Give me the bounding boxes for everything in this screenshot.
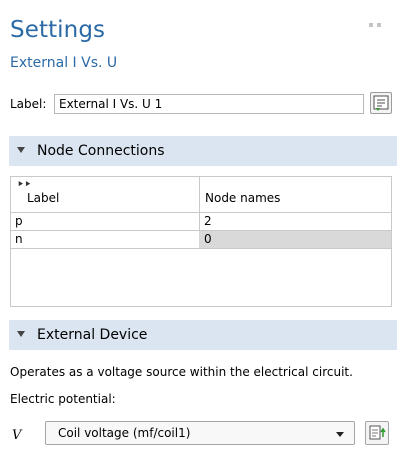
cell-node-name[interactable]: 2 — [199, 213, 391, 230]
section-header-external-device[interactable]: External Device — [9, 320, 397, 350]
pin-icon[interactable] — [369, 20, 385, 30]
device-description: Operates as a voltage source within the … — [10, 365, 353, 379]
cell-label: p — [15, 214, 23, 228]
label-caption: Label: — [10, 97, 47, 111]
label-input[interactable] — [54, 94, 364, 114]
node-connections-table: ⯈⯈ Label Node names p 2 n 0 — [10, 176, 392, 307]
label-row: Label: — [10, 92, 392, 116]
go-to-source-icon — [369, 425, 386, 440]
text-edit-icon — [373, 95, 389, 111]
column-move-icon[interactable]: ⯈⯈ — [17, 180, 31, 190]
section-title: External Device — [37, 327, 148, 343]
column-header-label[interactable]: Label — [27, 191, 59, 205]
table-row[interactable]: p 2 — [11, 213, 391, 231]
section-header-node-connections[interactable]: Node Connections — [9, 136, 397, 166]
settings-panel: Settings External I Vs. U Label: Node Co… — [0, 0, 397, 472]
cell-label: n — [15, 232, 23, 246]
voltage-symbol: V — [12, 428, 22, 443]
table-header: ⯈⯈ Label Node names — [11, 177, 391, 213]
table-row[interactable]: n 0 — [11, 231, 391, 249]
potential-label: Electric potential: — [10, 392, 116, 406]
select-value: Coil voltage (mf/coil1) — [58, 426, 191, 440]
potential-select[interactable]: Coil voltage (mf/coil1) — [45, 421, 355, 445]
node-type-subtitle: External I Vs. U — [10, 55, 118, 71]
collapse-chevron-icon — [17, 147, 25, 153]
page-title: Settings — [10, 17, 106, 43]
go-to-source-button[interactable] — [365, 421, 389, 445]
cell-node-name[interactable]: 0 — [199, 231, 391, 248]
collapse-chevron-icon — [17, 331, 25, 337]
label-edit-button[interactable] — [370, 92, 392, 114]
column-header-node-names[interactable]: Node names — [205, 191, 280, 205]
chevron-down-icon — [336, 432, 344, 437]
section-title: Node Connections — [37, 143, 165, 159]
